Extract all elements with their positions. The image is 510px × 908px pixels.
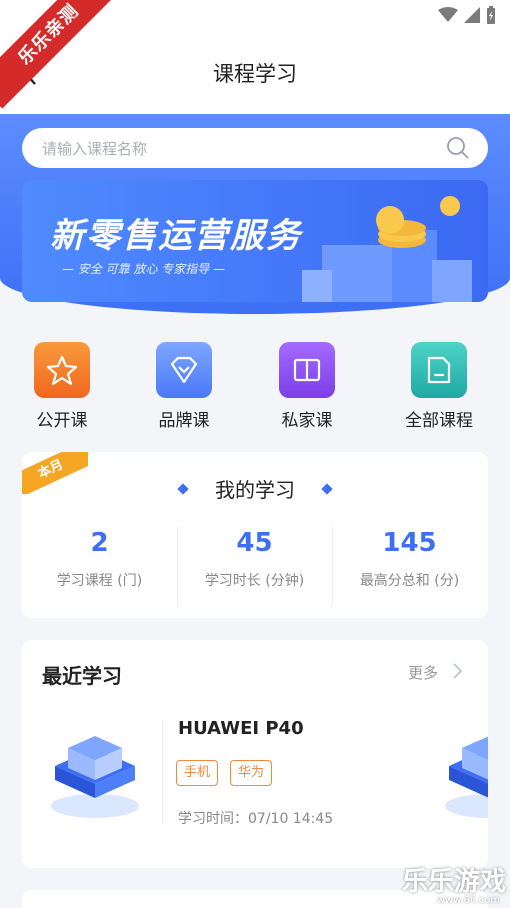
- category-brand[interactable]: 品牌课: [134, 342, 234, 431]
- search-input[interactable]: 请输入课程名称: [22, 128, 488, 168]
- banner-subtitle: — 安全 可靠 放心 专家指导 —: [62, 262, 226, 276]
- heart-tag-icon: [156, 342, 212, 398]
- category-public[interactable]: 公开课: [12, 342, 112, 431]
- course-thumbnail-next[interactable]: [434, 724, 488, 824]
- wifi-icon: [438, 7, 458, 22]
- status-bar: [438, 6, 496, 24]
- category-label: 私家课: [281, 411, 333, 431]
- course-name[interactable]: HUAWEI P40: [178, 718, 304, 739]
- my-study-title: 我的学习: [215, 478, 295, 502]
- category-private[interactable]: 私家课: [257, 342, 357, 431]
- category-label: 品牌课: [158, 411, 210, 431]
- star-icon: [34, 342, 90, 398]
- battery-icon: [487, 6, 495, 24]
- book-icon: [279, 342, 335, 398]
- search-placeholder: 请输入课程名称: [42, 140, 148, 158]
- chevron-right-icon[interactable]: [452, 662, 464, 680]
- stat-value: 2: [90, 528, 109, 558]
- stat-duration: 45 学习时长 (分钟): [177, 528, 332, 590]
- recent-study-card: 最近学习 更多 HUAWEI P40 手机 华为 学习时间：07/10 14:4…: [22, 640, 488, 868]
- divider: [162, 720, 163, 824]
- folder-icon: [411, 342, 467, 398]
- signal-icon: [464, 7, 480, 23]
- page-title: 课程学习: [213, 62, 297, 86]
- category-label: 公开课: [36, 411, 88, 431]
- stat-label: 学习时长 (分钟): [204, 573, 305, 589]
- search-icon[interactable]: [446, 136, 470, 160]
- stat-value: 145: [382, 528, 437, 558]
- promo-banner[interactable]: 新零售运营服务 — 安全 可靠 放心 专家指导 —: [22, 180, 488, 302]
- stat-score: 145 最高分总和 (分): [332, 528, 487, 590]
- buildings-coins-illustration: [302, 196, 472, 302]
- stat-label: 学习课程 (门): [56, 573, 143, 589]
- category-label: 全部课程: [405, 411, 473, 431]
- course-tag: 华为: [230, 760, 273, 786]
- watermark: 乐乐游戏: [401, 867, 506, 897]
- stat-value: 45: [236, 528, 273, 558]
- watermark-url: www.6ll.com: [436, 895, 500, 906]
- my-study-card: 本月 我的学习 2 学习课程 (门) 45 学习时长 (分钟) 145 最高分总…: [22, 452, 488, 618]
- course-thumbnail[interactable]: [40, 724, 150, 824]
- recent-study-title: 最近学习: [42, 664, 122, 688]
- course-tag: 手机: [176, 760, 219, 786]
- banner-title: 新零售运营服务: [50, 216, 302, 256]
- category-all[interactable]: 全部课程: [389, 342, 489, 431]
- stat-courses: 2 学习课程 (门): [22, 528, 177, 590]
- course-study-time: 学习时间：07/10 14:45: [178, 811, 334, 827]
- more-link[interactable]: 更多: [408, 662, 438, 683]
- stat-label: 最高分总和 (分): [359, 573, 460, 589]
